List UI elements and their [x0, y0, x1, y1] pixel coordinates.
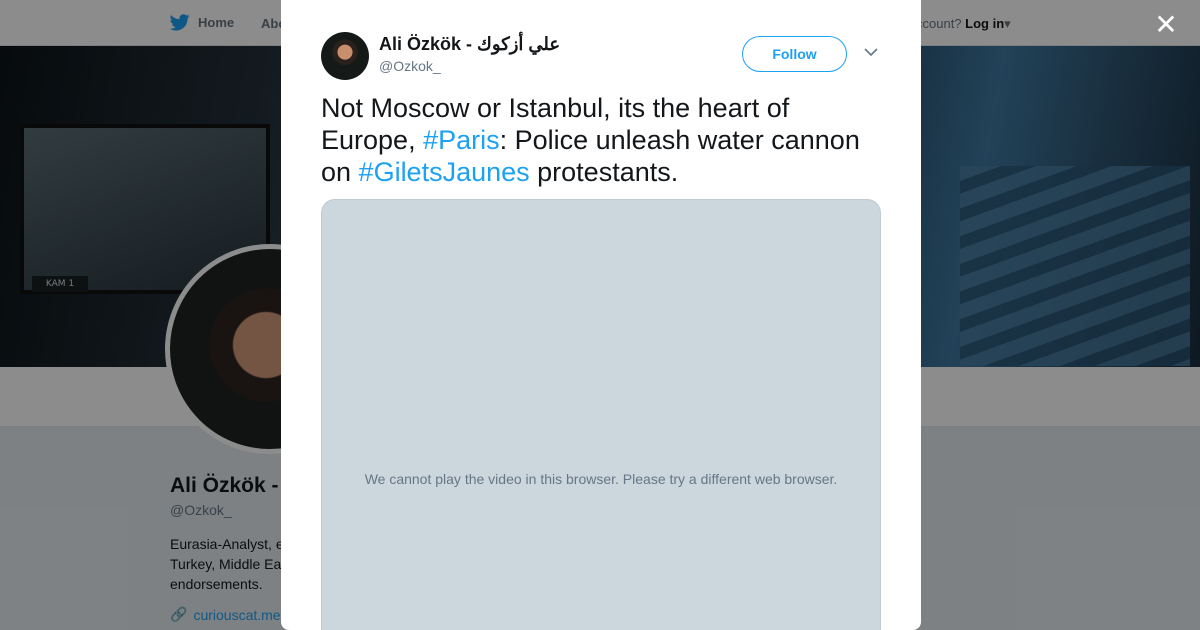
hashtag-giletsjaunes[interactable]: #GiletsJaunes — [359, 157, 530, 187]
hashtag-paris[interactable]: #Paris — [423, 125, 500, 155]
tweet-text: Not Moscow or Istanbul, its the heart of… — [321, 92, 886, 188]
author-avatar[interactable] — [321, 32, 369, 80]
close-icon[interactable]: ✕ — [1153, 11, 1179, 39]
video-unsupported-message: We cannot play the video in this browser… — [364, 471, 838, 487]
tweet-modal: Ali Özkök - علي أزكوك @Ozkok_ Follow Not… — [281, 0, 921, 630]
chevron-down-icon[interactable] — [863, 44, 879, 60]
video-player[interactable]: We cannot play the video in this browser… — [321, 199, 881, 630]
author-name[interactable]: Ali Özkök - علي أزكوك — [379, 34, 560, 55]
tweet-text-part3: protestants. — [529, 157, 679, 187]
author-handle[interactable]: @Ozkok_ — [379, 58, 441, 74]
follow-button[interactable]: Follow — [742, 36, 847, 72]
